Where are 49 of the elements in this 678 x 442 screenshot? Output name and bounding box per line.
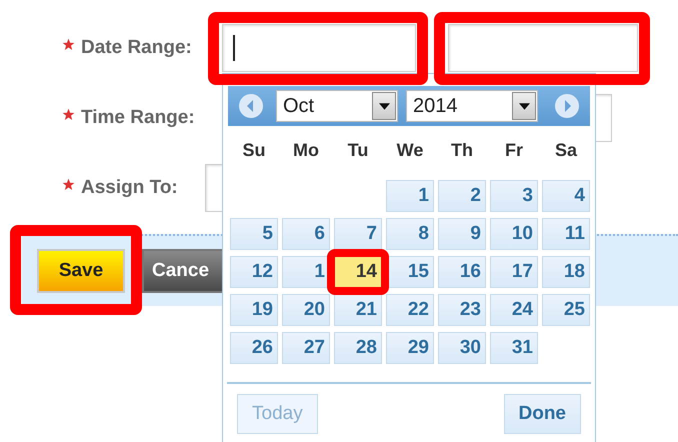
done-button[interactable]: Done: [504, 394, 581, 434]
day-cell[interactable]: 27: [282, 332, 330, 364]
weekday-label: Tu: [346, 140, 370, 162]
day-cell[interactable]: 5: [230, 218, 278, 250]
day-cell[interactable]: 3: [490, 180, 538, 212]
input-field[interactable]: [448, 24, 638, 72]
weekday-label: Su: [241, 140, 266, 162]
day-cell[interactable]: 7: [334, 218, 382, 250]
day-cell[interactable]: 2: [438, 180, 486, 212]
day-cell[interactable]: 1: [386, 180, 434, 212]
day-cell[interactable]: 8: [386, 218, 434, 250]
save-button[interactable]: Save: [37, 249, 125, 293]
day-cell[interactable]: 15: [386, 256, 434, 288]
day-cell[interactable]: 30: [438, 332, 486, 364]
day-cell[interactable]: 14: [334, 256, 382, 288]
day-cell[interactable]: 11: [542, 218, 590, 250]
field-label: Date Range:: [81, 37, 192, 59]
weekday-label: Mo: [292, 140, 320, 162]
day-cell[interactable]: 12: [230, 256, 278, 288]
weekday-label: Sa: [554, 140, 578, 162]
month-select[interactable]: Oct: [276, 90, 398, 122]
day-cell[interactable]: 9: [438, 218, 486, 250]
day-cell[interactable]: 28: [334, 332, 382, 364]
weekday-label: Fr: [504, 140, 524, 162]
day-cell[interactable]: 19: [230, 294, 278, 326]
field-label: Assign To:: [81, 177, 178, 199]
day-cell[interactable]: 29: [386, 332, 434, 364]
day-cell[interactable]: 22: [386, 294, 434, 326]
day-cell[interactable]: 25: [542, 294, 590, 326]
day-cell[interactable]: 6: [282, 218, 330, 250]
field-label: Time Range:: [81, 107, 195, 129]
day-cell[interactable]: 23: [438, 294, 486, 326]
day-cell[interactable]: 24: [490, 294, 538, 326]
day-cell[interactable]: 21: [334, 294, 382, 326]
weekday-label: We: [396, 140, 424, 162]
previous-icon[interactable]: [238, 93, 264, 119]
day-cell[interactable]: 26: [230, 332, 278, 364]
day-cell[interactable]: 4: [542, 180, 590, 212]
input-field[interactable]: [222, 24, 416, 72]
day-cell[interactable]: 10: [490, 218, 538, 250]
day-cell[interactable]: 17: [490, 256, 538, 288]
day-cell[interactable]: 1: [282, 256, 330, 288]
next-icon[interactable]: [554, 93, 580, 119]
day-cell[interactable]: 31: [490, 332, 538, 364]
weekday-label: Th: [450, 140, 474, 162]
day-cell[interactable]: 20: [282, 294, 330, 326]
day-cell[interactable]: 18: [542, 256, 590, 288]
year-select[interactable]: 2014: [406, 90, 538, 122]
day-cell[interactable]: 16: [438, 256, 486, 288]
